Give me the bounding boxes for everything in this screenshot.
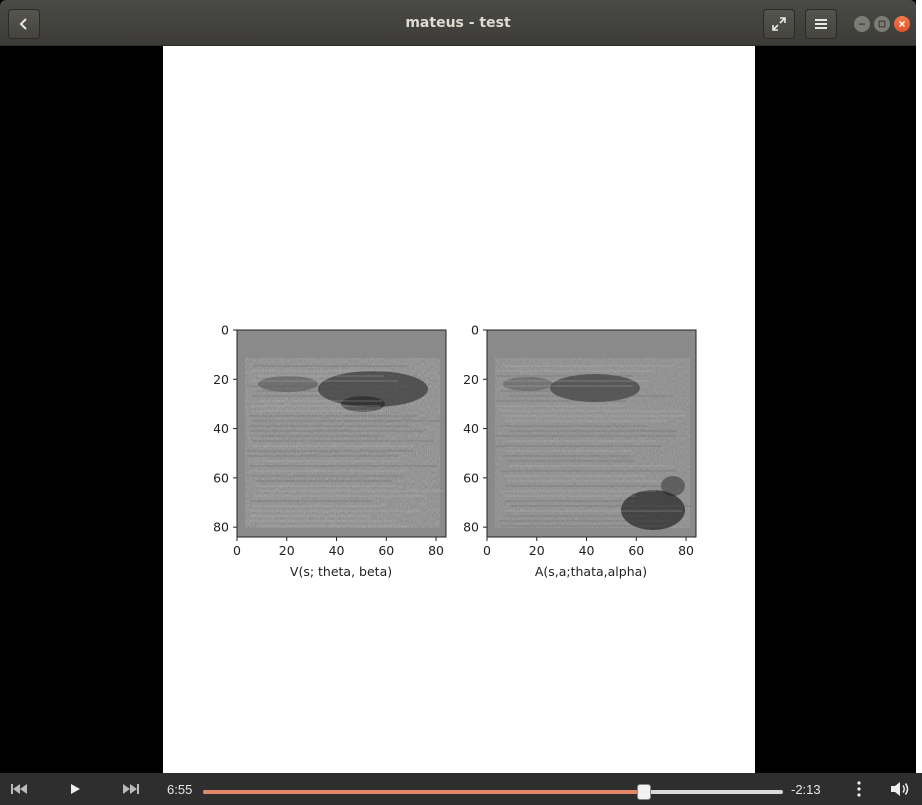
xtick-label: 40: [579, 543, 595, 558]
menu-button[interactable]: [805, 9, 837, 39]
hamburger-menu-icon: [815, 19, 827, 29]
ytick-label: 20: [463, 372, 479, 387]
xtick-label: 0: [483, 543, 491, 558]
xtick-label: 60: [628, 543, 644, 558]
play-icon: [71, 784, 80, 794]
xtick-label: 40: [329, 543, 345, 558]
ytick-label: 0: [221, 323, 229, 338]
ytick-label: 40: [213, 421, 229, 436]
header-bar: mateus - test: [0, 0, 916, 46]
ytick-label: 60: [213, 470, 229, 485]
playback-controls: 6:55 -2:13: [0, 773, 922, 805]
xtick-label: 20: [279, 543, 295, 558]
heatmap-right: [487, 330, 696, 537]
minimize-button[interactable]: [854, 16, 870, 32]
xtick-label: 80: [678, 543, 694, 558]
elapsed-time: 6:55: [167, 781, 193, 797]
minimize-icon: [859, 23, 865, 25]
close-icon: [899, 21, 905, 27]
xtick-label: 20: [529, 543, 545, 558]
background-window-strip: [916, 0, 922, 805]
expand-arrows-icon: [772, 17, 786, 31]
maximize-icon: [878, 20, 886, 28]
ytick-label: 80: [463, 520, 479, 535]
chevron-left-icon: [19, 18, 27, 30]
skip-back-icon: [11, 784, 27, 794]
ytick-label: 60: [463, 470, 479, 485]
next-button[interactable]: [112, 773, 150, 805]
xtick-label: 0: [233, 543, 241, 558]
heatmap-left-texture: [245, 358, 446, 528]
back-button[interactable]: [8, 9, 40, 39]
seek-bar-handle[interactable]: [636, 784, 651, 800]
previous-button[interactable]: [0, 773, 38, 805]
fullscreen-button[interactable]: [763, 9, 795, 39]
close-button[interactable]: [894, 16, 910, 32]
play-button[interactable]: [56, 773, 94, 805]
video-frame: 0 20 40 60 80 0 20 40 60 80 0 20 40 60 80 0 20 40 60 80 V(…: [163, 46, 755, 773]
volume-icon: [891, 782, 909, 796]
ytick-label: 80: [213, 520, 229, 535]
ytick-label: 0: [471, 323, 479, 338]
volume-button[interactable]: [886, 773, 914, 805]
ytick-label: 20: [213, 372, 229, 387]
xtick-label: 80: [428, 543, 444, 558]
xtick-label: 60: [378, 543, 394, 558]
heatmap-left: [237, 330, 446, 537]
more-options-button[interactable]: [850, 773, 868, 805]
skip-forward-icon: [123, 784, 139, 794]
seek-bar[interactable]: [203, 784, 783, 800]
maximize-button[interactable]: [874, 16, 890, 32]
seek-bar-progress: [203, 790, 644, 794]
video-player-window: mateus - test 0 20 40 60 80 0 20 40 60 8…: [0, 0, 922, 805]
figure-canvas: 0 20 40 60 80 0 20 40 60 80 0 20 40 60 80 0 20 40 60 80 V(…: [213, 323, 697, 579]
remaining-time: -2:13: [791, 781, 821, 797]
xlabel-left: V(s; theta, beta): [290, 564, 392, 579]
xlabel-right: A(s,a;thata,alpha): [535, 564, 647, 579]
video-area[interactable]: 0 20 40 60 80 0 20 40 60 80 0 20 40 60 80 0 20 40 60 80 V(…: [0, 46, 916, 773]
vertical-dots-icon: [857, 781, 861, 797]
ytick-label: 40: [463, 421, 479, 436]
heatmap-right-texture: [495, 358, 691, 530]
